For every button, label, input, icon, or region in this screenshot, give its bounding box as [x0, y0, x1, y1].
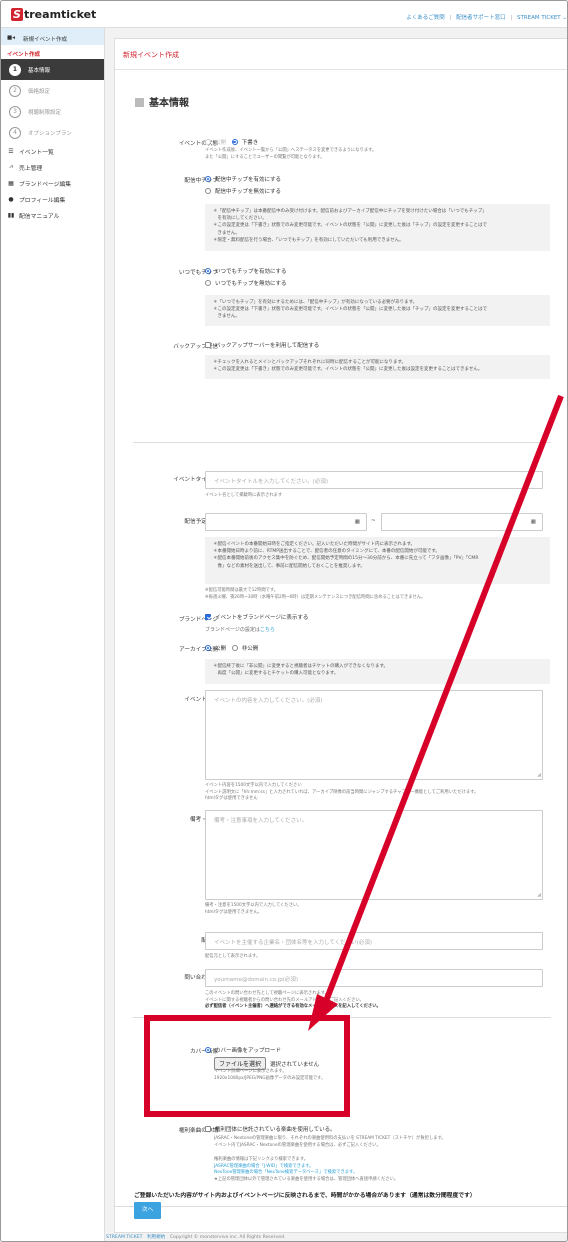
- annotation-arrow: [308, 394, 564, 1031]
- browser-frame: Streamticket よくあるご質問 | 配信者サポート窓口 | STREA…: [0, 0, 568, 1242]
- annotation-arrow-shaft: [323, 394, 564, 1003]
- annotation-arrow-head: [308, 994, 338, 1031]
